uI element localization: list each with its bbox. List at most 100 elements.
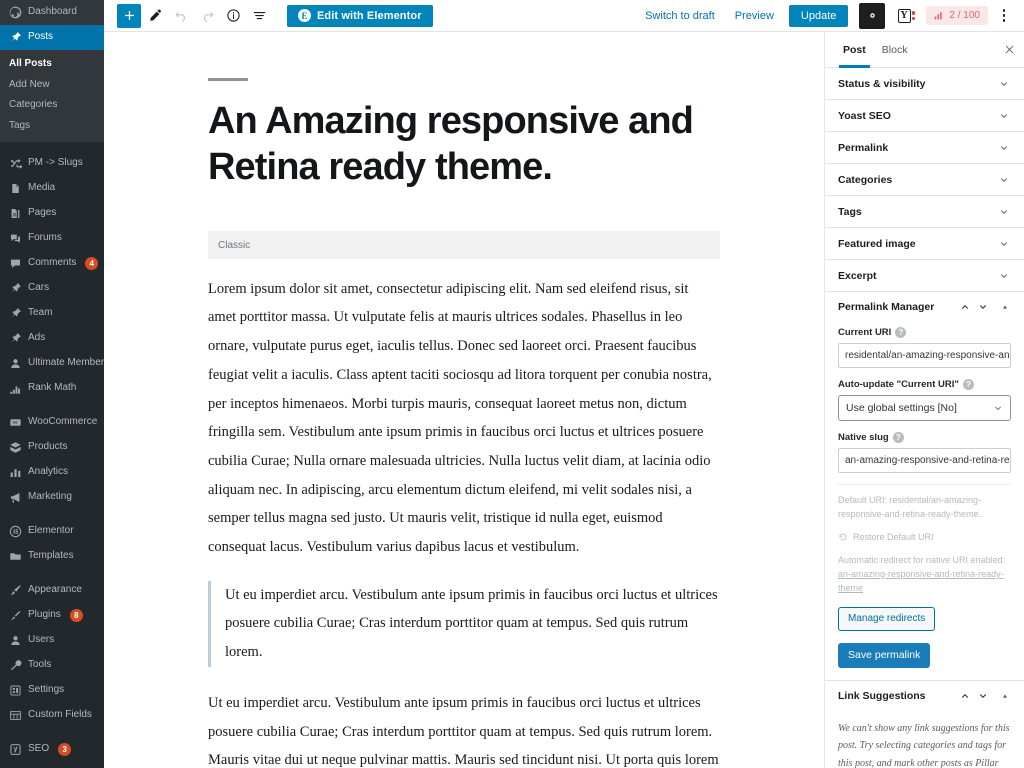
submenu-label: Add New bbox=[9, 78, 50, 90]
post-body-content[interactable]: Lorem ipsum dolor sit amet, consectetur … bbox=[208, 275, 720, 768]
quote-block[interactable]: Ut eu imperdiet arcu. Vestibulum ante ip… bbox=[208, 580, 720, 667]
sidebar-item-cars[interactable]: Cars bbox=[0, 276, 104, 301]
sidebar-item-posts[interactable]: Posts bbox=[0, 25, 104, 50]
native-slug-input[interactable]: an-amazing-responsive-and-retina-rea bbox=[838, 448, 1011, 473]
link-suggestions-header[interactable]: Link Suggestions bbox=[838, 681, 1011, 711]
sidebar-item-pages[interactable]: Pages bbox=[0, 201, 104, 226]
manage-redirects-button[interactable]: Manage redirects bbox=[838, 606, 936, 631]
help-icon[interactable]: ? bbox=[895, 327, 907, 338]
panel-permalink-manager: Permalink Manager Current URI ? resident bbox=[825, 292, 1024, 681]
paragraph-block[interactable]: Lorem ipsum dolor sit amet, consectetur … bbox=[208, 275, 720, 562]
seo-score-badge[interactable]: 2 / 100 bbox=[926, 6, 988, 25]
panel-categories[interactable]: Categories bbox=[825, 164, 1024, 196]
panel-header[interactable]: Status & visibility bbox=[838, 68, 1011, 99]
panel-header[interactable]: Yoast SEO bbox=[838, 100, 1011, 131]
sidebar-item-label: Pages bbox=[28, 207, 57, 219]
help-icon[interactable]: ? bbox=[962, 379, 974, 390]
select-value: Use global settings [No] bbox=[846, 402, 957, 414]
sidebar-item-pm-slugs[interactable]: PM -> Slugs bbox=[0, 151, 104, 176]
panel-permalink[interactable]: Permalink bbox=[825, 132, 1024, 164]
preview-button[interactable]: Preview bbox=[726, 10, 783, 22]
close-sidebar-button[interactable] bbox=[996, 37, 1022, 63]
tab-post[interactable]: Post bbox=[835, 32, 874, 68]
tab-block[interactable]: Block bbox=[874, 32, 916, 68]
sidebar-item-label: Tools bbox=[28, 659, 52, 671]
submenu-item-add-new[interactable]: Add New bbox=[0, 75, 104, 96]
collapse-panel-icon[interactable] bbox=[998, 689, 1011, 702]
panel-header[interactable]: Featured image bbox=[838, 228, 1011, 259]
sidebar-item-comments[interactable]: Comments 4 bbox=[0, 251, 104, 276]
save-permalink-button[interactable]: Save permalink bbox=[838, 642, 931, 668]
sidebar-item-products[interactable]: Products bbox=[0, 435, 104, 460]
woocommerce-icon bbox=[9, 416, 22, 429]
undo-button[interactable] bbox=[169, 4, 193, 28]
edit-with-elementor-button[interactable]: E Edit with Elementor bbox=[287, 4, 433, 27]
native-slug-label: Native slug ? bbox=[838, 432, 1011, 443]
more-options-button[interactable] bbox=[993, 4, 1015, 28]
current-uri-input[interactable]: residental/an-amazing-responsive-and- bbox=[838, 343, 1011, 368]
switch-to-draft-button[interactable]: Switch to draft bbox=[636, 10, 724, 22]
label-text: Current URI bbox=[838, 327, 892, 338]
paragraph-block[interactable]: Ut eu imperdiet arcu. Vestibulum ante ip… bbox=[208, 689, 720, 768]
panel-title: Yoast SEO bbox=[838, 109, 891, 122]
sidebar-item-rank-math[interactable]: Rank Math bbox=[0, 376, 104, 401]
panel-excerpt[interactable]: Excerpt bbox=[825, 260, 1024, 292]
yoast-seo-button[interactable]: Y bbox=[893, 3, 919, 29]
panel-header[interactable]: Tags bbox=[838, 196, 1011, 227]
panel-header[interactable]: Permalink bbox=[838, 132, 1011, 163]
panel-yoast-seo[interactable]: Yoast SEO bbox=[825, 100, 1024, 132]
sidebar-item-loco-translate[interactable]: Loco Translate bbox=[0, 762, 104, 768]
submenu-item-all-posts[interactable]: All Posts bbox=[0, 54, 104, 75]
submenu-item-tags[interactable]: Tags bbox=[0, 116, 104, 137]
restore-default-uri-button[interactable]: Restore Default URI bbox=[838, 532, 1011, 542]
panel-featured-image[interactable]: Featured image bbox=[825, 228, 1024, 260]
sidebar-item-dashboard[interactable]: Dashboard bbox=[0, 0, 104, 25]
move-down-icon[interactable] bbox=[976, 689, 989, 702]
auto-update-label: Auto-update "Current URI" ? bbox=[838, 379, 1011, 390]
update-button[interactable]: Update bbox=[788, 4, 849, 27]
sidebar-item-forums[interactable]: Forums bbox=[0, 226, 104, 251]
tools-pencil-button[interactable] bbox=[143, 4, 167, 28]
sidebar-tabs: Post Block bbox=[825, 32, 1024, 68]
help-icon[interactable]: ? bbox=[892, 432, 904, 443]
add-block-button[interactable] bbox=[117, 3, 141, 28]
sidebar-item-analytics[interactable]: Analytics bbox=[0, 460, 104, 485]
sidebar-item-appearance[interactable]: Appearance bbox=[0, 578, 104, 603]
move-up-icon[interactable] bbox=[958, 689, 971, 702]
sidebar-item-marketing[interactable]: Marketing bbox=[0, 485, 104, 510]
sidebar-item-plugins[interactable]: Plugins 8 bbox=[0, 603, 104, 628]
redo-button[interactable] bbox=[195, 4, 219, 28]
sidebar-item-media[interactable]: Media bbox=[0, 176, 104, 201]
submenu-item-categories[interactable]: Categories bbox=[0, 95, 104, 116]
classic-block-label[interactable]: Classic bbox=[208, 230, 720, 259]
post-content-column: An Amazing responsive and Retina ready t… bbox=[208, 32, 720, 768]
auto-update-select[interactable]: Use global settings [No] bbox=[838, 395, 1011, 421]
post-title[interactable]: An Amazing responsive and Retina ready t… bbox=[208, 98, 720, 191]
permalink-manager-header[interactable]: Permalink Manager bbox=[838, 292, 1011, 322]
move-up-icon[interactable] bbox=[958, 301, 971, 314]
panel-header[interactable]: Excerpt bbox=[838, 260, 1011, 291]
panel-tags[interactable]: Tags bbox=[825, 196, 1024, 228]
panel-status-visibility[interactable]: Status & visibility bbox=[825, 68, 1024, 100]
move-down-icon[interactable] bbox=[976, 301, 989, 314]
sidebar-item-templates[interactable]: Templates bbox=[0, 544, 104, 569]
list-view-button[interactable] bbox=[247, 4, 271, 28]
panel-header[interactable]: Categories bbox=[838, 164, 1011, 195]
sidebar-item-elementor[interactable]: Elementor bbox=[0, 519, 104, 544]
settings-gear-button[interactable] bbox=[859, 2, 886, 29]
sidebar-item-woocommerce[interactable]: WooCommerce bbox=[0, 410, 104, 435]
sidebar-item-users[interactable]: Users bbox=[0, 628, 104, 653]
sidebar-item-custom-fields[interactable]: Custom Fields bbox=[0, 703, 104, 728]
sidebar-item-seo[interactable]: SEO 3 bbox=[0, 737, 104, 762]
redirect-note-link[interactable]: an-amazing-responsive-and-retina-ready-t… bbox=[838, 569, 1004, 593]
sidebar-item-ads[interactable]: Ads bbox=[0, 326, 104, 351]
panel-title: Link Suggestions bbox=[838, 689, 926, 702]
sidebar-item-tools[interactable]: Tools bbox=[0, 653, 104, 678]
details-info-button[interactable] bbox=[221, 4, 245, 28]
sidebar-item-settings[interactable]: Settings bbox=[0, 678, 104, 703]
sidebar-item-label: Media bbox=[28, 182, 56, 194]
sidebar-item-team[interactable]: Team bbox=[0, 301, 104, 326]
templates-icon bbox=[9, 550, 22, 563]
sidebar-item-ultimate-member[interactable]: Ultimate Member bbox=[0, 351, 104, 376]
collapse-panel-icon[interactable] bbox=[998, 301, 1011, 314]
